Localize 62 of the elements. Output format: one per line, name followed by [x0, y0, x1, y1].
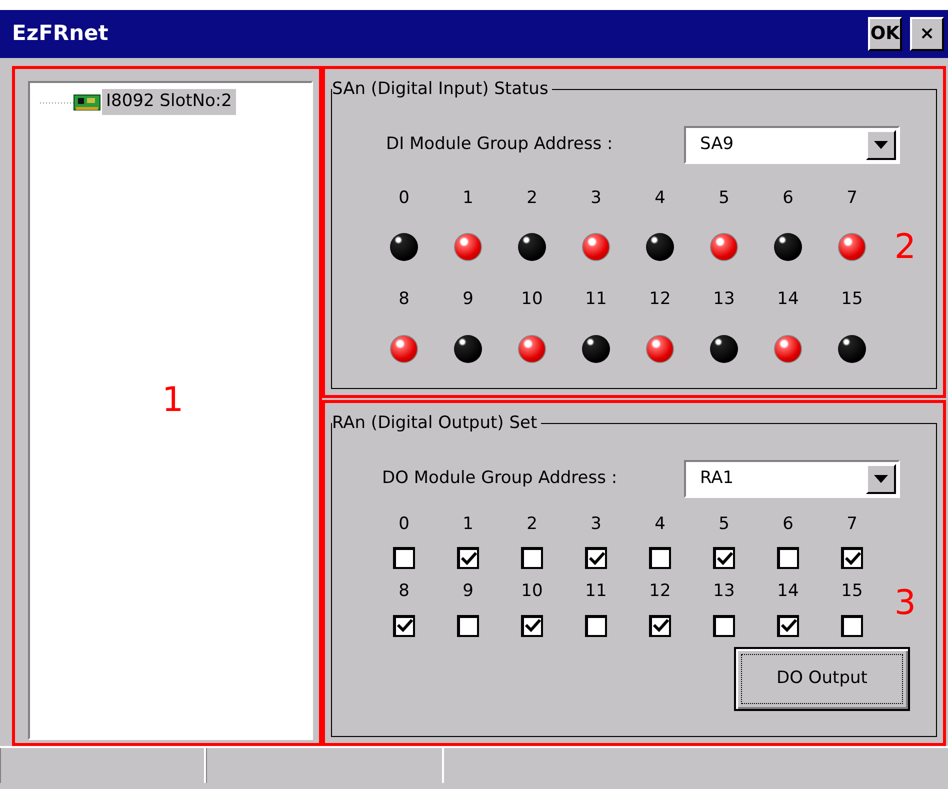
channel-number: 11	[585, 580, 607, 603]
channel-number: 6	[782, 186, 794, 210]
checkbox[interactable]	[841, 547, 863, 569]
checkbox[interactable]	[457, 547, 479, 569]
channel-number: 2	[526, 186, 538, 210]
group-title: SAn (Digital Input) Status	[332, 78, 552, 100]
channel-number: 9	[462, 288, 474, 311]
tree-item[interactable]: I8092 SlotNo:2	[102, 89, 236, 114]
checkbox[interactable]	[585, 547, 607, 569]
channel-number: 0	[398, 186, 410, 210]
channel-number: 2	[526, 512, 538, 536]
channel-number: 4	[654, 186, 666, 210]
checkbox[interactable]	[649, 614, 671, 636]
channel-number: 12	[649, 580, 671, 603]
checkbox[interactable]	[713, 547, 735, 569]
channel-number: 3	[590, 512, 602, 536]
checkbox[interactable]	[393, 614, 415, 636]
annotation-number: 1	[162, 383, 184, 417]
channel-number: 4	[654, 512, 666, 536]
channel-number: 14	[777, 288, 799, 311]
channel-number: 5	[718, 512, 730, 536]
channel-number: 9	[462, 580, 474, 603]
checkbox[interactable]	[649, 547, 671, 569]
channel-number: 11	[585, 288, 607, 311]
channel-number: 13	[713, 580, 735, 603]
checkbox[interactable]	[521, 547, 543, 569]
channel-number: 8	[398, 288, 410, 311]
channel-number: 0	[398, 512, 410, 536]
ok-button[interactable]: OK	[868, 17, 902, 51]
channel-number: 1	[462, 512, 474, 536]
channel-number: 8	[398, 580, 410, 603]
channel-number: 6	[782, 512, 794, 536]
checkbox[interactable]	[521, 614, 543, 636]
checkbox[interactable]	[777, 547, 799, 569]
channel-number: 10	[521, 288, 543, 311]
checkbox[interactable]	[841, 614, 863, 636]
channel-number: 7	[846, 512, 858, 536]
checkbox[interactable]	[393, 547, 415, 569]
annotation-number: 3	[894, 586, 916, 620]
channel-number: 1	[462, 186, 474, 210]
address-dropdown[interactable]: SA9	[684, 126, 900, 164]
channel-number: 15	[841, 288, 863, 311]
channel-number: 12	[649, 288, 671, 311]
do-output-button[interactable]: DO Output	[734, 646, 910, 710]
checkbox[interactable]	[585, 614, 607, 636]
field-label: DO Module Group Address :	[382, 466, 618, 490]
group-title: RAn (Digital Output) Set	[332, 412, 542, 434]
channel-number: 15	[841, 580, 863, 603]
channel-number: 7	[846, 186, 858, 210]
window-title: EzFRnet	[12, 20, 108, 48]
channel-number: 3	[590, 186, 602, 210]
annotation-number: 2	[894, 230, 916, 264]
checkbox[interactable]	[777, 614, 799, 636]
checkbox[interactable]	[457, 614, 479, 636]
channel-number: 5	[718, 186, 730, 210]
close-button[interactable]: ×	[910, 17, 944, 51]
channel-number: 13	[713, 288, 735, 311]
address-dropdown[interactable]: RA1	[684, 460, 900, 498]
field-label: DI Module Group Address :	[386, 132, 613, 156]
channel-number: 10	[521, 580, 543, 603]
checkbox[interactable]	[713, 614, 735, 636]
channel-number: 14	[777, 580, 799, 603]
